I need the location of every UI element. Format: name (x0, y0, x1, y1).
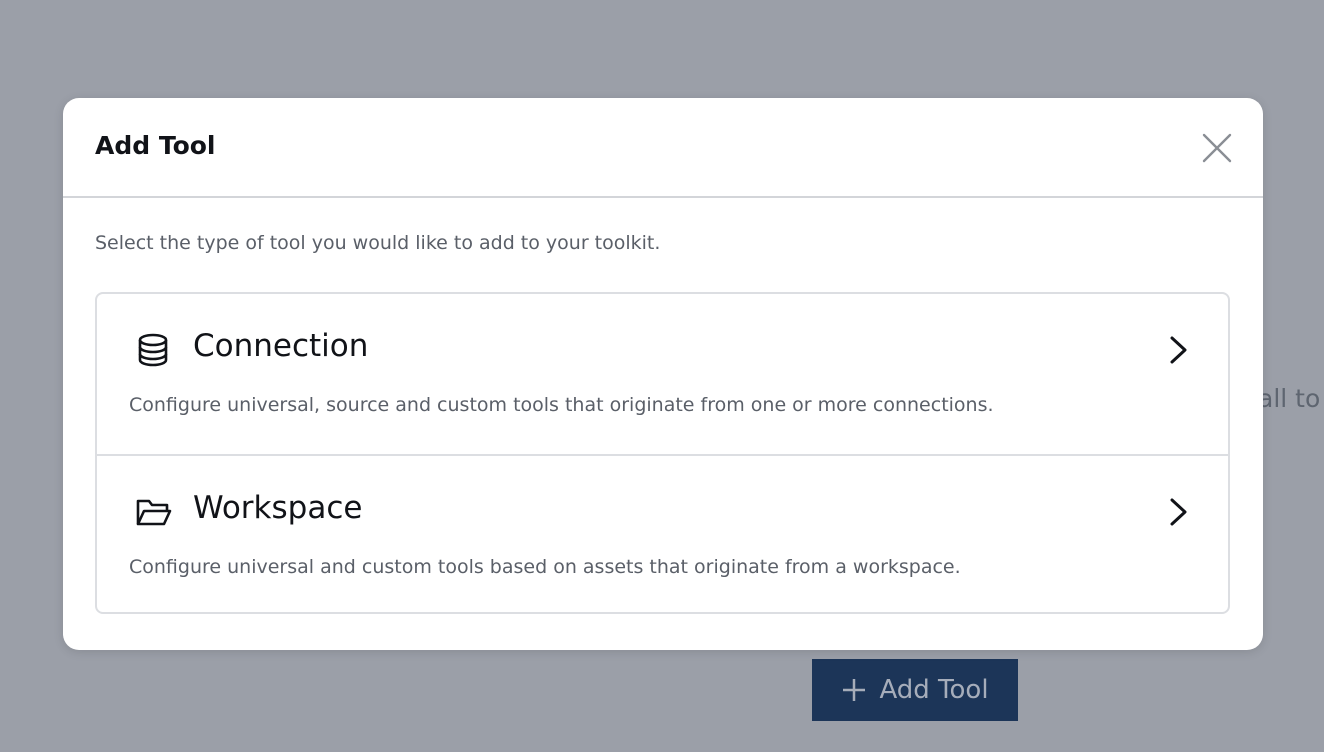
close-icon (1202, 133, 1232, 163)
add-tool-button-label: Add Tool (879, 675, 989, 705)
chevron-right-icon (1170, 498, 1187, 526)
chevron-right-icon (1170, 336, 1187, 364)
folder-open-icon (136, 499, 172, 526)
option-connection-title: Connection (193, 328, 369, 364)
add-tool-button[interactable]: Add Tool (812, 659, 1018, 721)
close-button[interactable] (1199, 130, 1235, 166)
option-connection[interactable]: Connection Configure universal, source a… (97, 294, 1228, 454)
tool-type-options: Connection Configure universal, source a… (95, 292, 1230, 614)
option-workspace-title: Workspace (193, 490, 363, 526)
modal-title: Add Tool (95, 131, 216, 160)
add-tool-modal: Add Tool Select the type of tool you wou… (63, 98, 1263, 650)
modal-description: Select the type of tool you would like t… (95, 232, 661, 254)
option-workspace-description: Configure universal and custom tools bas… (129, 556, 961, 578)
option-workspace[interactable]: Workspace Configure universal and custom… (97, 454, 1228, 612)
option-connection-description: Configure universal, source and custom t… (129, 394, 994, 416)
modal-header: Add Tool (63, 98, 1263, 198)
plus-icon (843, 679, 866, 701)
database-icon (138, 333, 168, 367)
background-partial-text: all to (1258, 384, 1321, 413)
